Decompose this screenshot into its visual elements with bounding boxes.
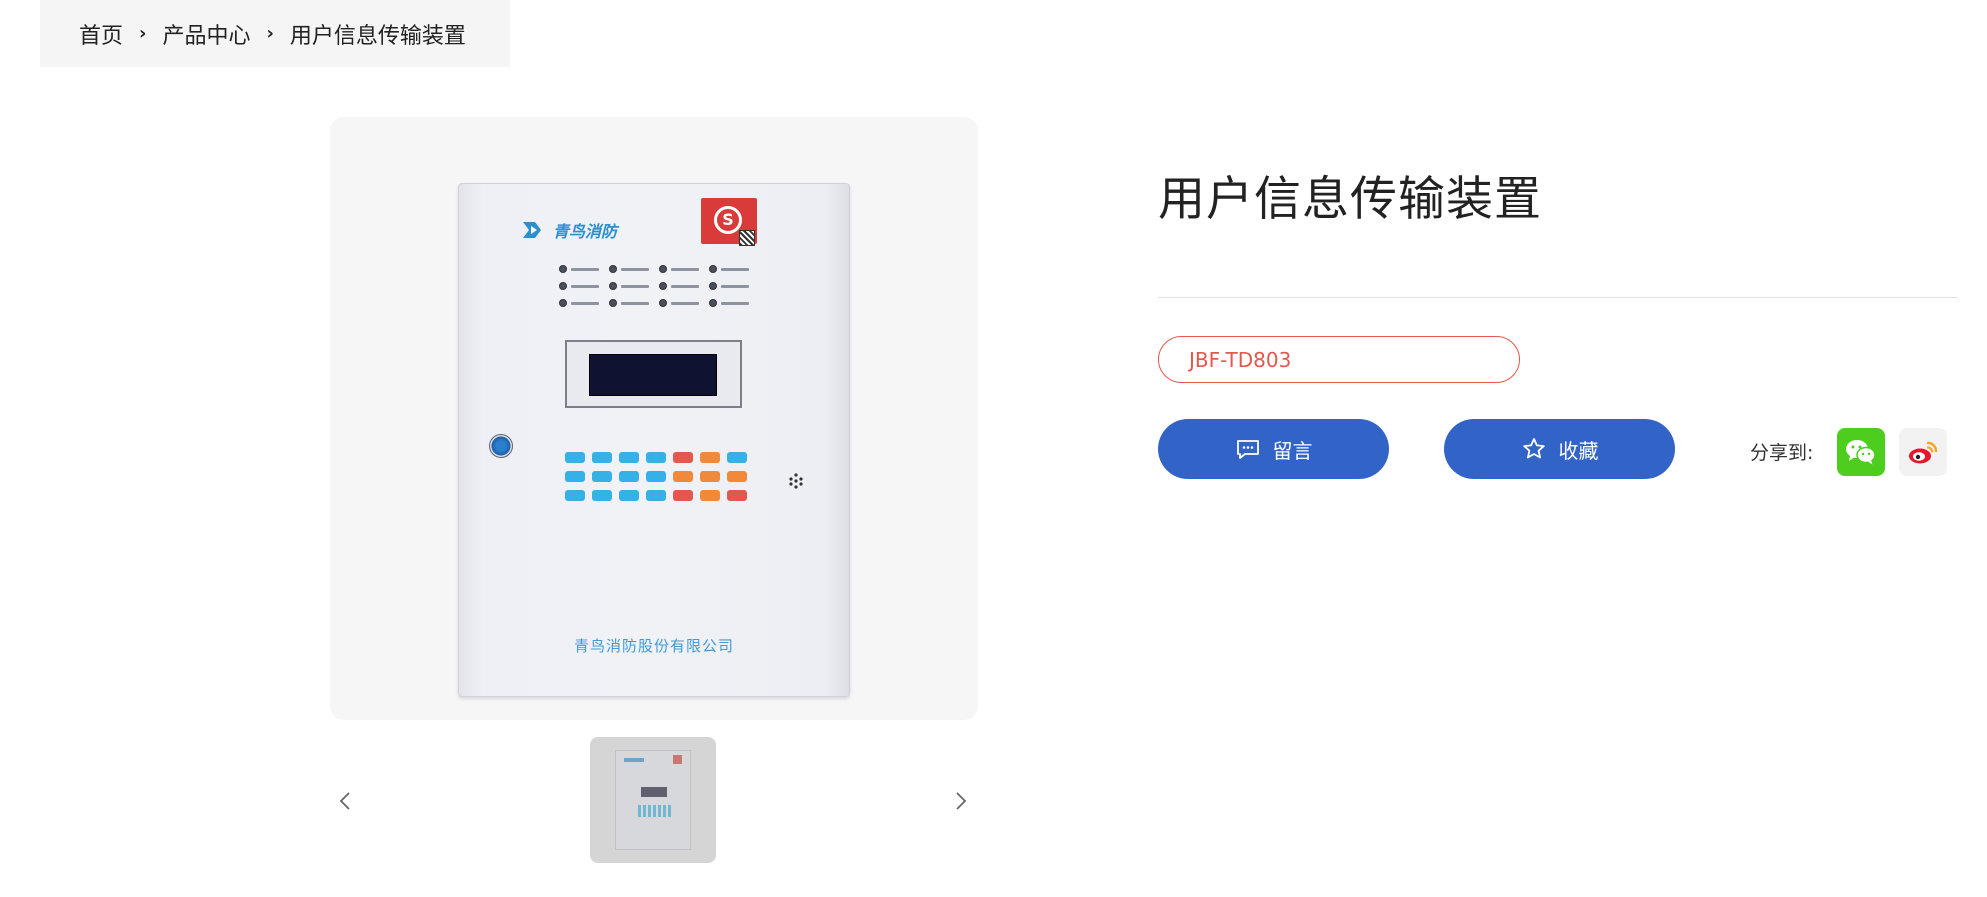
wechat-icon xyxy=(1846,440,1876,465)
device-illustration: 青鸟消防 S 青鸟消防股份有限公司 xyxy=(458,183,850,697)
weibo-icon xyxy=(1909,441,1938,464)
chevron-left-icon xyxy=(339,792,350,810)
favorite-button-label: 收藏 xyxy=(1558,438,1599,463)
chevron-right-icon: › xyxy=(139,23,147,44)
chevron-right-icon xyxy=(956,792,967,810)
breadcrumb-current: 用户信息传输装置 xyxy=(289,23,466,49)
product-model-tag: JBF-TD803 xyxy=(1158,336,1520,383)
speaker-icon xyxy=(789,473,803,489)
share-wechat-button[interactable] xyxy=(1837,428,1885,476)
device-brand-logo: 青鸟消防 xyxy=(521,218,617,242)
message-icon xyxy=(1236,440,1259,459)
breadcrumb-home[interactable]: 首页 xyxy=(79,18,123,50)
indicator-panel xyxy=(559,265,759,307)
message-button[interactable]: 留言 xyxy=(1158,419,1389,479)
brand-mark-icon xyxy=(523,222,541,238)
breadcrumb: 首页 › 产品中心 › 用户信息传输装置 xyxy=(40,0,510,67)
key-lock-icon xyxy=(489,434,513,458)
device-brand-text: 青鸟消防 xyxy=(553,222,618,241)
device-keypad xyxy=(565,452,747,501)
device-lcd-screen xyxy=(589,354,717,396)
gallery-prev-button[interactable] xyxy=(330,786,360,816)
share-label: 分享到: xyxy=(1750,442,1814,464)
product-thumbnail[interactable] xyxy=(590,737,716,863)
qr-code-icon xyxy=(739,230,755,246)
gallery-next-button[interactable] xyxy=(946,786,976,816)
product-title: 用户信息传输装置 xyxy=(1158,172,1542,227)
device-company-name: 青鸟消防股份有限公司 xyxy=(573,637,734,655)
device-lcd-frame xyxy=(565,340,742,408)
message-button-label: 留言 xyxy=(1272,438,1313,463)
divider xyxy=(1158,297,1958,298)
chevron-right-icon: › xyxy=(266,23,274,44)
product-main-image: 青鸟消防 S 青鸟消防股份有限公司 xyxy=(330,117,978,720)
favorite-button[interactable]: 收藏 xyxy=(1444,419,1675,479)
star-icon xyxy=(1522,438,1545,459)
share-weibo-button[interactable] xyxy=(1899,428,1947,476)
thumbnail-active-overlay xyxy=(590,737,716,863)
breadcrumb-products[interactable]: 产品中心 xyxy=(162,18,250,50)
